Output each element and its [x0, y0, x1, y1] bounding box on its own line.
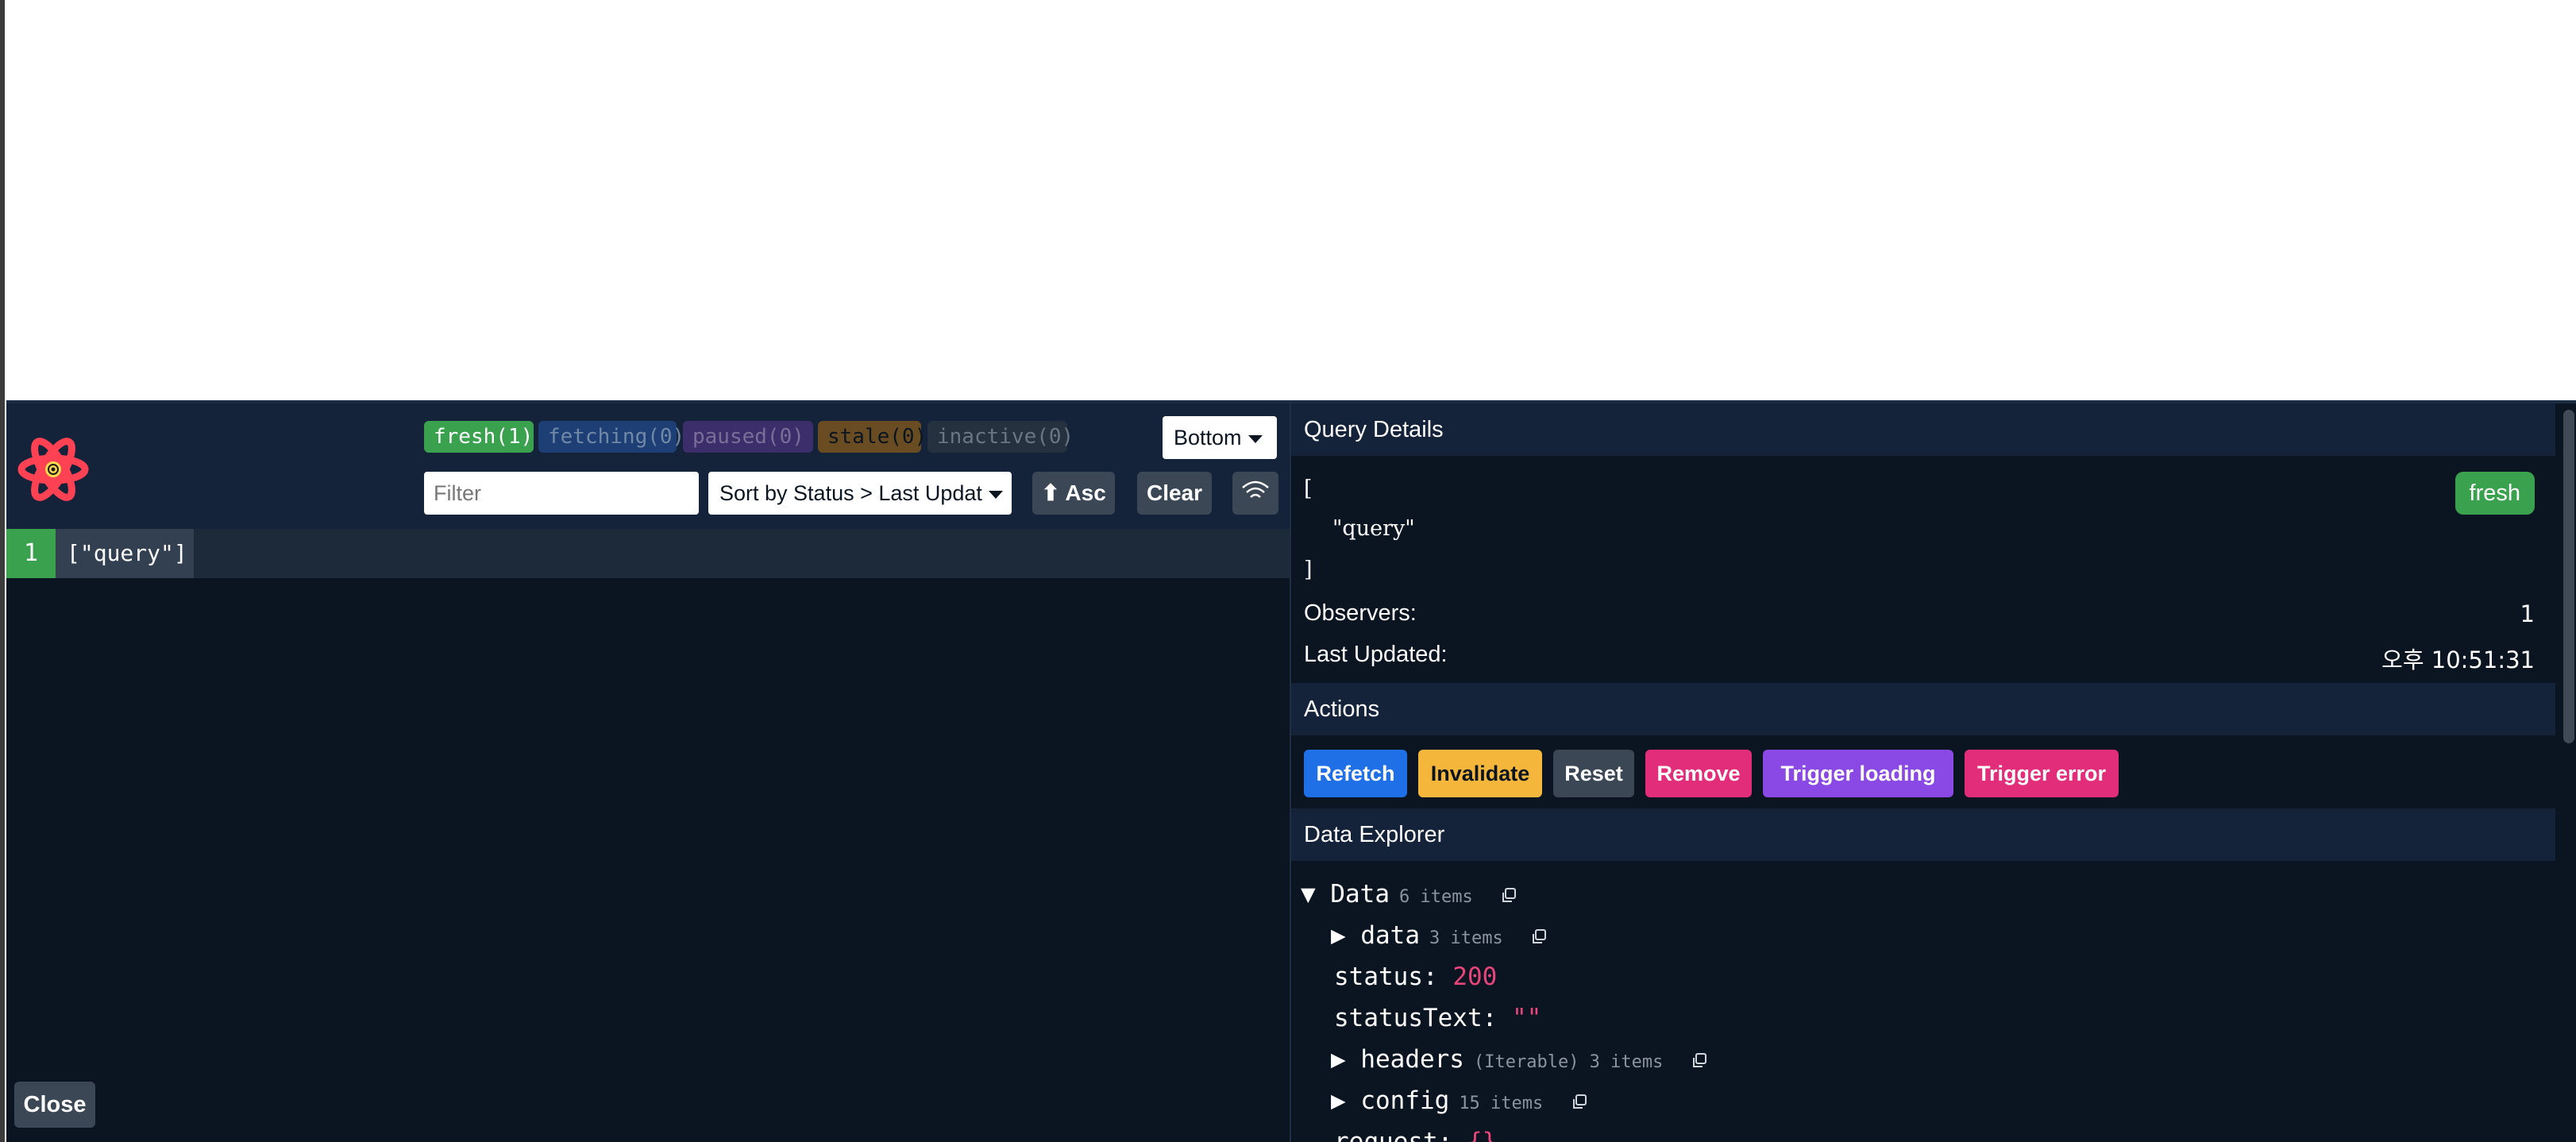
- query-details-panel: Query Details [ "query" ] fresh Observer…: [1290, 403, 2576, 1142]
- copy-icon[interactable]: [1571, 1094, 1588, 1111]
- query-details-title: Query Details: [1291, 403, 2555, 456]
- tree-node-value: {}: [1467, 1128, 1498, 1142]
- expand-right-icon: ▶: [1331, 1086, 1361, 1115]
- tree-node-config[interactable]: ▶ config 15 items: [1331, 1086, 1588, 1115]
- sort-select[interactable]: Sort by Status > Last Updat: [708, 472, 1012, 515]
- tree-node-label: Data: [1330, 880, 1390, 909]
- scrollbar-thumb[interactable]: [2563, 410, 2574, 743]
- tree-node-label: headers: [1360, 1045, 1464, 1074]
- network-mode-button[interactable]: [1232, 472, 1278, 515]
- panel-position-select[interactable]: Bottom: [1163, 416, 1277, 459]
- panel-position-value: Bottom: [1174, 426, 1242, 449]
- tree-node-meta: 15 items: [1459, 1094, 1544, 1113]
- filter-badge-fresh: fresh(1): [424, 421, 534, 453]
- page-content-area: [5, 0, 2576, 400]
- tree-node-meta: 3 items: [1429, 928, 1503, 948]
- tree-node-status: status: 200: [1334, 963, 1497, 991]
- observers-value: 1: [2520, 600, 2535, 627]
- clear-cache-button[interactable]: Clear: [1137, 472, 1212, 515]
- expand-right-icon: ▶: [1331, 1045, 1361, 1074]
- expand-down-icon: ▼: [1301, 880, 1331, 909]
- trigger-error-button[interactable]: Trigger error: [1965, 750, 2119, 797]
- refetch-button[interactable]: Refetch: [1304, 750, 1407, 797]
- filter-input[interactable]: [424, 472, 699, 515]
- filter-badge-paused: paused(0): [683, 421, 813, 453]
- tree-node-meta: 6 items: [1398, 887, 1473, 907]
- copy-icon[interactable]: [1691, 1052, 1708, 1070]
- copy-icon[interactable]: [1530, 928, 1548, 946]
- close-devtools-button[interactable]: Close: [14, 1082, 95, 1128]
- last-updated-value: 오후 10:51:31: [2381, 646, 2535, 673]
- invalidate-button[interactable]: Invalidate: [1418, 750, 1542, 797]
- query-list-panel: fresh(1) fetching(0) paused(0) stale(0) …: [6, 403, 1290, 1142]
- query-key: ["query"]: [56, 529, 194, 578]
- tree-node-data-root[interactable]: ▼ Data 6 items: [1301, 880, 1517, 909]
- expand-right-icon: ▶: [1331, 921, 1361, 950]
- trigger-loading-button[interactable]: Trigger loading: [1763, 750, 1953, 797]
- wifi-icon: [1242, 480, 1269, 498]
- tree-node-status-text: statusText: "": [1334, 1004, 1541, 1032]
- tree-node-label: statusText:: [1334, 1004, 1498, 1032]
- filter-badge-stale: stale(0): [818, 421, 927, 453]
- details-scrollbar[interactable]: [2560, 403, 2576, 1142]
- filter-badge-inactive: inactive(0): [927, 421, 1074, 453]
- tree-node-request: request: {}: [1334, 1128, 1497, 1142]
- tree-node-headers[interactable]: ▶ headers (Iterable) 3 items: [1331, 1045, 1708, 1074]
- query-devtools-panel: fresh(1) fetching(0) paused(0) stale(0) …: [6, 400, 2576, 1142]
- last-updated-label: Last Updated:: [1304, 642, 1448, 667]
- reset-button[interactable]: Reset: [1553, 750, 1634, 797]
- query-list-header: fresh(1) fetching(0) paused(0) stale(0) …: [6, 403, 1290, 529]
- query-key-line: "query": [1332, 516, 1415, 541]
- actions-title: Actions: [1291, 683, 2555, 735]
- tree-node-label: data: [1360, 921, 1420, 950]
- query-list-item[interactable]: 1 ["query"]: [6, 529, 1290, 578]
- filter-badge-fetching: fetching(0): [538, 421, 684, 453]
- tree-node-data[interactable]: ▶ data 3 items: [1331, 921, 1548, 950]
- chevron-down-icon: [988, 490, 1003, 499]
- tree-node-label: status:: [1334, 963, 1438, 991]
- query-key-line: ]: [1304, 557, 1313, 582]
- sort-direction-button[interactable]: ⬆ Asc: [1032, 472, 1115, 515]
- query-status-badge: fresh: [2455, 472, 2535, 515]
- query-key-line: [: [1304, 476, 1313, 501]
- tree-node-value: "": [1511, 1004, 1542, 1032]
- remove-button[interactable]: Remove: [1645, 750, 1752, 797]
- copy-icon[interactable]: [1500, 887, 1517, 905]
- tree-node-label: config: [1360, 1086, 1450, 1115]
- tree-node-label: request:: [1334, 1128, 1453, 1142]
- observers-label: Observers:: [1304, 600, 1417, 626]
- tree-node-meta: (Iterable) 3 items: [1473, 1052, 1664, 1072]
- chevron-down-icon: [1248, 434, 1263, 443]
- react-query-logo-icon[interactable]: [17, 434, 89, 505]
- data-explorer-title: Data Explorer: [1291, 808, 2555, 861]
- sort-select-value: Sort by Status > Last Updat: [719, 481, 982, 505]
- tree-node-value: 200: [1452, 963, 1498, 991]
- query-observer-count: 1: [6, 529, 56, 578]
